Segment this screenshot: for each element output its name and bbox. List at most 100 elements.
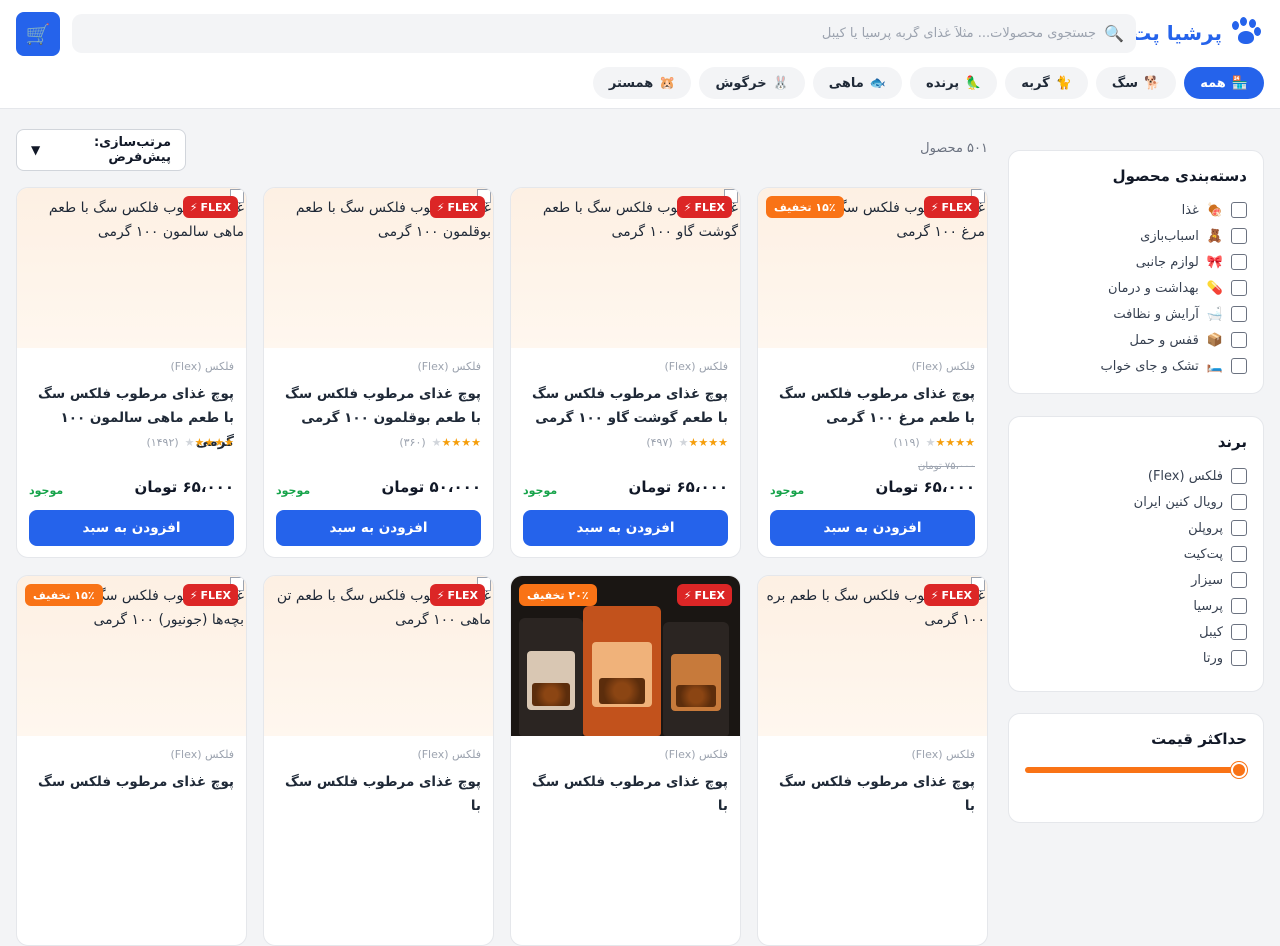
product-media[interactable]: غذای مرطوب فلکس سگ با طعم بوقلمون ۱۰۰ گر… [264,188,493,348]
checkbox[interactable] [1231,280,1247,296]
category-filter-label: بهداشت و درمان [1108,280,1199,296]
product-media[interactable]: غذای مرطوب فلکس سگ با طعم بره ۱۰۰ گرمی ⚡… [758,576,987,736]
category-filter-option[interactable]: 🛏️ تشک و جای خواب [1025,353,1247,379]
category-filter-option[interactable]: 🛁 آرایش و نظافت [1025,301,1247,327]
product-brand: فلکس (Flex) [417,748,481,761]
star-rating-icon: ★★★★★ [678,436,728,449]
product-card[interactable]: غذای مرطوب فلکس سگ با طعم بره ۱۰۰ گرمی ⚡… [757,575,988,946]
product-card[interactable]: غذای مرطوب فلکس سگ مخصوص بچه‌ها (جونیور)… [16,575,247,946]
checkbox[interactable] [1231,598,1247,614]
category-tab[interactable]: 🐕 سگ [1095,67,1177,99]
checkbox[interactable] [1231,202,1247,218]
checkbox[interactable] [1231,520,1247,536]
discount-badge: ۱۵٪ تخفیف [766,196,844,218]
category-filter-label: غذا [1181,202,1199,218]
add-to-cart-button[interactable]: افزودن به سبد [523,510,728,546]
header: پرشیا پت 🔍 🛒 🏪 همه 🐕 سگ 🐈 گربه 🦜 پرنده 🐟 ماهی 🐰 خرگ… [0,0,1280,109]
product-brand: فلکس (Flex) [170,748,234,761]
brand-filter-label: پرسیا [1193,598,1223,614]
lightning-icon: ⚡ [930,588,939,602]
category-filter-emoji-icon: 🍖 [1206,202,1223,218]
product-rating: ★★★★★ (۴۹۷) [646,436,728,449]
product-media[interactable]: غذای مرطوب فلکس سگ با طعم تن ماهی ۱۰۰ گر… [264,576,493,736]
checkbox[interactable] [1231,228,1247,244]
add-to-cart-button[interactable]: افزودن به سبد [29,510,234,546]
brand-filter-label: ورتا [1202,650,1223,666]
brand-filter-option[interactable]: فلکس (Flex) [1025,463,1247,489]
checkbox[interactable] [1231,332,1247,348]
product-card[interactable]: ۲۰٪ تخفیف ⚡ FLEX فلکس (Flex) پوچ غذای مرط… [510,575,741,946]
category-filter-option[interactable]: 🧸 اسباب‌بازی [1025,223,1247,249]
product-title[interactable]: پوچ غذای مرطوب فلکس سگ با طعم بوقلمون ۱۰… [276,382,481,430]
category-filter-label: اسباب‌بازی [1140,228,1199,244]
product-title[interactable]: پوچ غذای مرطوب فلکس سگ با [276,770,481,818]
category-tab[interactable]: 🦜 پرنده [910,67,998,99]
category-tab[interactable]: 🐰 خرگوش [699,67,805,99]
product-title[interactable]: پوچ غذای مرطوب فلکس سگ با طعم گوشت گاو ۱… [523,382,728,430]
checkbox[interactable] [1231,572,1247,588]
product-media[interactable]: غذای مرطوب فلکس سگ با طعم گوشت گاو ۱۰۰ گ… [511,188,740,348]
brand-filter-option[interactable]: پروپلن [1025,515,1247,541]
product-card[interactable]: غذای مرطوب فلکس سگ با طعم مرغ ۱۰۰ گرمی ۱… [757,187,988,558]
flex-badge: ⚡ FLEX [676,196,732,218]
product-title[interactable]: پوچ غذای مرطوب فلکس سگ با طعم مرغ ۱۰۰ گر… [770,382,975,430]
brand-filter-option[interactable]: سیزار [1025,567,1247,593]
checkbox[interactable] [1231,546,1247,562]
checkbox[interactable] [1231,306,1247,322]
category-emoji-icon: 🦜 [965,75,982,91]
add-to-cart-button[interactable]: افزودن به سبد [770,510,975,546]
product-card[interactable]: غذای مرطوب فلکس سگ با طعم گوشت گاو ۱۰۰ گ… [510,187,741,558]
brand-filter-option[interactable]: پت‌کیت [1025,541,1247,567]
brand-filter-option[interactable]: پرسیا [1025,593,1247,619]
category-filter-option[interactable]: 🍖 غذا [1025,197,1247,223]
product-card[interactable]: غذای مرطوب فلکس سگ با طعم تن ماهی ۱۰۰ گر… [263,575,494,946]
flex-badge-label: FLEX [200,588,231,602]
price-slider-thumb[interactable] [1231,762,1247,778]
category-filter-label: آرایش و نظافت [1113,306,1199,322]
brand-filter-option[interactable]: رویال کنین ایران [1025,489,1247,515]
product-media[interactable]: غذای مرطوب فلکس سگ مخصوص بچه‌ها (جونیور)… [17,576,246,736]
brand-filter-option[interactable]: کیبل [1025,619,1247,645]
price-filter-panel: حداکثر قیمت [1008,713,1264,823]
category-filter-option[interactable]: 🎀 لوازم جانبی [1025,249,1247,275]
product-title[interactable]: پوچ غذای مرطوب فلکس سگ با [523,770,728,818]
review-count: (۳۶۰) [399,436,426,449]
category-filter-emoji-icon: 🛁 [1206,306,1223,322]
category-tab[interactable]: 🐟 ماهی [812,67,903,99]
checkbox[interactable] [1231,650,1247,666]
category-emoji-icon: 🐹 [659,75,676,91]
category-tab[interactable]: 🐈 گربه [1005,67,1088,99]
product-media[interactable]: غذای مرطوب فلکس سگ با طعم ماهی سالمون ۱۰… [17,188,246,348]
category-filter-option[interactable]: 💊 بهداشت و درمان [1025,275,1247,301]
flex-badge-label: FLEX [941,588,972,602]
category-tab[interactable]: 🐹 همستر [592,67,692,99]
cart-button[interactable]: 🛒 [16,12,60,56]
lightning-icon: ⚡ [683,200,692,214]
checkbox[interactable] [1231,624,1247,640]
category-tab-label: همه [1200,75,1226,91]
search-input[interactable] [84,14,1097,53]
brand-filter-option[interactable]: ورتا [1025,645,1247,671]
lightning-icon: ⚡ [436,588,445,602]
product-brand: فلکس (Flex) [664,748,728,761]
checkbox[interactable] [1231,468,1247,484]
brand-filter-label: کیبل [1199,624,1223,640]
price-slider[interactable] [1025,760,1247,780]
product-title[interactable]: پوچ غذای مرطوب فلکس سگ با [770,770,975,818]
product-price: ۶۵،۰۰۰ تومان [875,478,975,496]
add-to-cart-button[interactable]: افزودن به سبد [276,510,481,546]
product-media[interactable]: ۲۰٪ تخفیف ⚡ FLEX [511,576,740,736]
category-filter-emoji-icon: 📦 [1206,332,1223,348]
product-card[interactable]: غذای مرطوب فلکس سگ با طعم بوقلمون ۱۰۰ گر… [263,187,494,558]
product-title[interactable]: پوچ غذای مرطوب فلکس سگ [29,770,234,794]
category-tab-label: سگ [1111,75,1138,91]
checkbox[interactable] [1231,494,1247,510]
product-card[interactable]: غذای مرطوب فلکس سگ با طعم ماهی سالمون ۱۰… [16,187,247,558]
product-media[interactable]: غذای مرطوب فلکس سگ با طعم مرغ ۱۰۰ گرمی ۱… [758,188,987,348]
logo[interactable]: پرشیا پت [1131,14,1262,52]
category-filter-option[interactable]: 📦 قفس و حمل [1025,327,1247,353]
sort-select[interactable]: مرتب‌سازی: پیش‌فرض ▼ [16,129,186,171]
checkbox[interactable] [1231,358,1247,374]
checkbox[interactable] [1231,254,1247,270]
category-tab[interactable]: 🏪 همه [1184,67,1264,99]
